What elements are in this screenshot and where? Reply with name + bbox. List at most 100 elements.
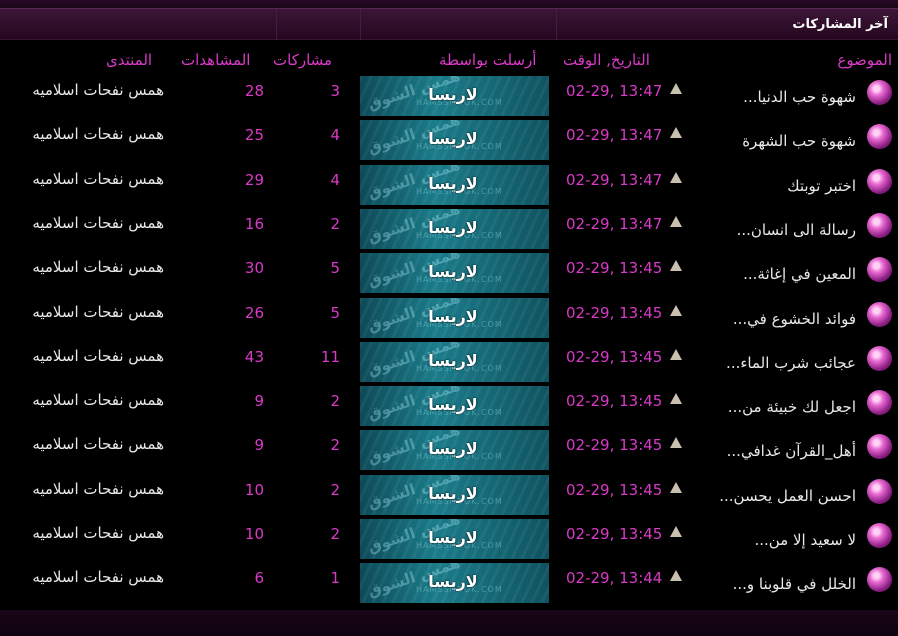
go-to-last-post-icon[interactable] xyxy=(670,83,682,94)
posts-count[interactable]: 5 xyxy=(312,304,340,322)
topic-status-icon xyxy=(867,212,892,238)
poster-name[interactable]: لاريسا xyxy=(420,395,486,414)
topic-link[interactable]: لا سعيد إلا من... xyxy=(754,531,856,549)
column-header-topic: الموضوع xyxy=(837,51,892,69)
views-count: 25 xyxy=(244,126,264,145)
poster-name[interactable]: لاريسا xyxy=(420,129,486,148)
forum-link[interactable]: همس نفحات اسلاميه xyxy=(4,303,164,321)
forum-link[interactable]: همس نفحات اسلاميه xyxy=(4,170,164,188)
views-count: 9 xyxy=(254,392,264,411)
poster-banner[interactable]: همس الشوق HAMSSHOOK.COM لاريسا xyxy=(360,297,549,338)
poster-name[interactable]: لاريسا xyxy=(420,174,486,193)
topic-link[interactable]: عجائب شرب الماء... xyxy=(726,354,856,372)
posts-count[interactable]: 5 xyxy=(312,259,340,277)
topic-status-icon xyxy=(867,257,892,283)
table-row: همس نفحات اسلاميه 28 3 همس الشوق HAMSSHOOK.C… xyxy=(0,74,898,118)
poster-name[interactable]: لاريسا xyxy=(420,351,486,370)
poster-name[interactable]: لاريسا xyxy=(420,262,486,281)
poster-name[interactable]: لاريسا xyxy=(420,484,486,503)
poster-banner[interactable]: همس الشوق HAMSSHOOK.COM لاريسا xyxy=(360,164,549,205)
section-title: آخر المشاركات xyxy=(792,17,888,32)
topic-link[interactable]: رسالة الى انسان... xyxy=(737,221,856,239)
go-to-last-post-icon[interactable] xyxy=(670,437,682,449)
views-count: 43 xyxy=(244,347,264,366)
post-datetime: 02-29, 13:45 xyxy=(566,259,663,278)
poster-banner[interactable]: همس الشوق HAMSSHOOK.COM لاريسا xyxy=(360,386,549,427)
forum-link[interactable]: همس نفحات اسلاميه xyxy=(4,480,164,498)
posts-count[interactable]: 2 xyxy=(312,525,340,543)
topic-status-icon xyxy=(867,80,892,105)
poster-banner[interactable]: همس الشوق HAMSSHOOK.COM لاريسا xyxy=(360,474,549,515)
table-row: همس نفحات اسلاميه 9 2 همس الشوق HAMSSHOOK.CO… xyxy=(0,384,898,428)
poster-name[interactable]: لاريسا xyxy=(420,307,486,326)
go-to-last-post-icon[interactable] xyxy=(670,393,682,405)
bottom-decoration-strip xyxy=(0,610,898,636)
topic-link[interactable]: المعين في إغاثة... xyxy=(743,265,856,283)
topic-link[interactable]: فوائد الخشوع في... xyxy=(733,310,856,328)
posts-count[interactable]: 2 xyxy=(312,436,340,454)
column-header-views: المشاهدات xyxy=(181,51,251,69)
poster-banner[interactable]: همس الشوق HAMSSHOOK.COM لاريسا xyxy=(360,341,549,382)
posts-count[interactable]: 4 xyxy=(312,126,340,144)
poster-banner[interactable]: همس الشوق HAMSSHOOK.COM لاريسا xyxy=(360,563,549,604)
topic-link[interactable]: أهل_القرآن غدافي... xyxy=(727,442,856,460)
poster-banner[interactable]: همس الشوق HAMSSHOOK.COM لاريسا xyxy=(360,120,549,161)
go-to-last-post-icon[interactable] xyxy=(670,304,682,316)
go-to-last-post-icon[interactable] xyxy=(670,215,682,227)
topic-status-icon xyxy=(867,567,892,593)
column-header-datetime: التاريخ, الوقت xyxy=(563,51,650,69)
forum-link[interactable]: همس نفحات اسلاميه xyxy=(4,214,164,232)
go-to-last-post-icon[interactable] xyxy=(670,260,682,272)
forum-link[interactable]: همس نفحات اسلاميه xyxy=(4,258,164,276)
poster-banner[interactable]: همس الشوق HAMSSHOOK.COM لاريسا xyxy=(360,253,549,294)
views-count: 26 xyxy=(244,303,264,322)
poster-name[interactable]: لاريسا xyxy=(420,528,486,547)
go-to-last-post-icon[interactable] xyxy=(670,171,682,183)
poster-name[interactable]: لاريسا xyxy=(420,85,486,104)
poster-banner[interactable]: همس الشوق HAMSSHOOK.COM لاريسا xyxy=(360,76,549,116)
table-row: همس نفحات اسلاميه 6 1 همس الشوق HAMSSHOOK.CO… xyxy=(0,561,898,605)
go-to-last-post-icon[interactable] xyxy=(670,481,682,493)
poster-name[interactable]: لاريسا xyxy=(420,572,486,591)
post-datetime: 02-29, 13:45 xyxy=(566,303,663,322)
top-decoration-strip xyxy=(0,0,898,8)
views-count: 9 xyxy=(254,436,264,455)
topic-status-icon xyxy=(867,434,892,460)
poster-banner[interactable]: همس الشوق HAMSSHOOK.COM لاريسا xyxy=(360,208,549,249)
forum-link[interactable]: همس نفحات اسلاميه xyxy=(4,391,164,409)
go-to-last-post-icon[interactable] xyxy=(670,526,682,537)
topic-link[interactable]: شهوة حب الشهرة xyxy=(742,132,856,150)
poster-banner[interactable]: همس الشوق HAMSSHOOK.COM لاريسا xyxy=(360,430,549,471)
views-count: 28 xyxy=(244,82,264,100)
go-to-last-post-icon[interactable] xyxy=(670,348,682,360)
post-datetime: 02-29, 13:45 xyxy=(566,436,663,455)
forum-link[interactable]: همس نفحات اسلاميه xyxy=(4,568,164,586)
table-row: همس نفحات اسلاميه 16 2 همس الشوق HAMSSHOOK.C… xyxy=(0,207,898,251)
topic-link[interactable]: الخلل في قلوبنا و... xyxy=(733,575,856,593)
topic-link[interactable]: شهوة حب الدنيا... xyxy=(743,88,856,106)
posts-count[interactable]: 2 xyxy=(312,481,340,499)
forum-link[interactable]: همس نفحات اسلاميه xyxy=(4,125,164,143)
forum-link[interactable]: همس نفحات اسلاميه xyxy=(4,435,164,453)
topic-link[interactable]: اختبر توبتك xyxy=(787,177,856,195)
topic-link[interactable]: اجعل لك خبيئة من... xyxy=(728,398,856,416)
go-to-last-post-icon[interactable] xyxy=(670,127,682,139)
posts-count[interactable]: 1 xyxy=(312,569,340,587)
forum-link[interactable]: همس نفحات اسلاميه xyxy=(4,81,164,99)
posts-count[interactable]: 11 xyxy=(312,348,340,366)
topic-status-icon xyxy=(867,523,892,548)
topic-link[interactable]: احسن العمل يحسن... xyxy=(719,487,856,505)
post-datetime: 02-29, 13:47 xyxy=(566,126,663,145)
posts-count[interactable]: 3 xyxy=(312,82,340,100)
posts-count[interactable]: 2 xyxy=(312,215,340,233)
posts-count[interactable]: 4 xyxy=(312,171,340,189)
go-to-last-post-icon[interactable] xyxy=(670,570,682,582)
forum-link[interactable]: همس نفحات اسلاميه xyxy=(4,524,164,542)
poster-name[interactable]: لاريسا xyxy=(420,218,486,237)
post-datetime: 02-29, 13:45 xyxy=(566,392,663,411)
poster-name[interactable]: لاريسا xyxy=(420,439,486,458)
views-count: 10 xyxy=(244,525,264,543)
poster-banner[interactable]: همس الشوق HAMSSHOOK.COM لاريسا xyxy=(360,519,549,559)
posts-count[interactable]: 2 xyxy=(312,392,340,410)
forum-link[interactable]: همس نفحات اسلاميه xyxy=(4,347,164,365)
